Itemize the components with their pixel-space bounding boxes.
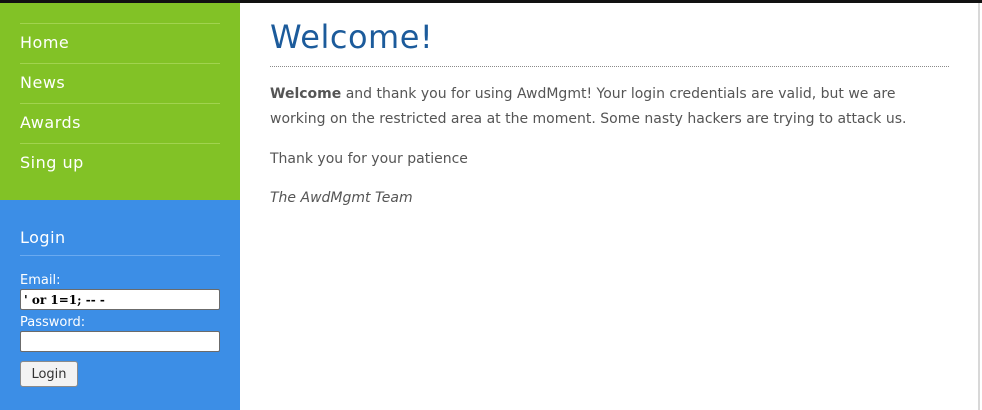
nav-item-awards[interactable]: Awards — [20, 103, 220, 143]
patience-paragraph: Thank you for your patience — [270, 151, 468, 167]
welcome-lead: Welcome — [270, 86, 342, 102]
email-field[interactable] — [20, 289, 220, 310]
login-button[interactable]: Login — [20, 361, 78, 387]
welcome-text: Welcome and thank you for using AwdMgmt!… — [270, 82, 950, 211]
login-panel: Login Email: Password: Login — [0, 200, 240, 410]
page-title: Welcome! — [270, 18, 434, 56]
nav-item-news[interactable]: News — [20, 63, 220, 103]
title-divider — [270, 66, 949, 67]
nav-item-sign-up[interactable]: Sing up — [20, 143, 220, 183]
login-title: Login — [20, 228, 220, 256]
email-label: Email: — [20, 273, 61, 288]
welcome-paragraph: Welcome and thank you for using AwdMgmt!… — [270, 82, 950, 132]
password-field[interactable] — [20, 331, 220, 352]
sidebar: Home News Awards Sing up Login Email: Pa… — [0, 3, 240, 410]
welcome-body: and thank you for using AwdMgmt! Your lo… — [270, 86, 907, 127]
password-label: Password: — [20, 315, 86, 330]
main-navigation: Home News Awards Sing up — [0, 3, 240, 200]
team-signature: The AwdMgmt Team — [270, 190, 413, 206]
nav-item-home[interactable]: Home — [20, 23, 220, 63]
main-content: Welcome! Welcome and thank you for using… — [240, 3, 980, 410]
